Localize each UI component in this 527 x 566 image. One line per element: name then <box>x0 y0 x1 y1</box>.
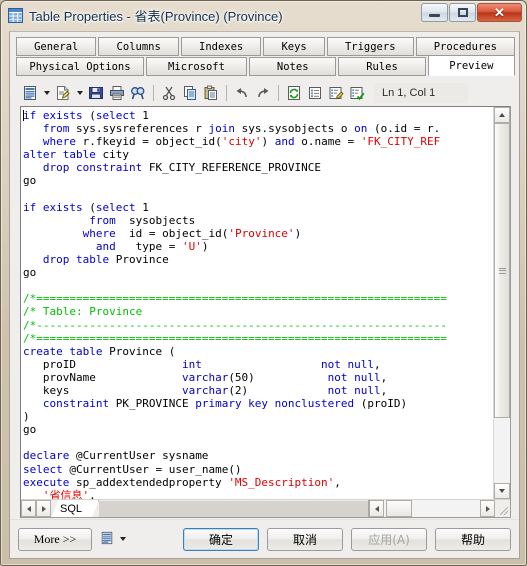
tab-physical-options[interactable]: Physical Options <box>16 57 144 76</box>
table-grid-icon <box>8 7 23 23</box>
tab-columns[interactable]: Columns <box>98 37 179 56</box>
title-bar: Table Properties - 省表(Province) (Provinc… <box>1 1 526 29</box>
tab-preview[interactable]: Preview <box>427 55 515 76</box>
minimize-button[interactable] <box>421 3 448 22</box>
undo-icon[interactable] <box>232 83 252 103</box>
scroll-grip-icon <box>498 266 506 275</box>
sql-source-text: if exists (select 1 from sys.sysreferenc… <box>23 109 447 499</box>
horizontal-scroll-thumb[interactable] <box>386 500 412 517</box>
hscroll-right-icon[interactable] <box>480 500 495 517</box>
close-button[interactable]: ✕ <box>477 3 522 22</box>
hscroll-left-icon[interactable] <box>369 500 384 517</box>
vertical-scrollbar[interactable] <box>493 107 510 499</box>
tab-row-2: Physical Options Microsoft Notes Rules P… <box>16 55 515 76</box>
horizontal-scroll-track[interactable] <box>384 500 480 517</box>
refresh-icon[interactable] <box>284 83 304 103</box>
more-button[interactable]: More >> <box>18 527 92 551</box>
vertical-scroll-thumb[interactable] <box>494 123 510 419</box>
restore-icon <box>457 8 468 17</box>
code-view[interactable]: if exists (select 1 from sys.sysreferenc… <box>21 107 493 499</box>
tab-notes[interactable]: Notes <box>249 57 337 76</box>
toolbar-separator <box>226 85 227 101</box>
open-dropdown-arrow[interactable] <box>74 83 85 103</box>
apply-button: 应用(A) <box>351 527 427 551</box>
cursor-position-status: Ln 1, Col 1 <box>374 83 468 103</box>
close-icon: ✕ <box>494 5 505 20</box>
tab-microsoft[interactable]: Microsoft <box>145 57 248 76</box>
paste-icon[interactable] <box>201 83 221 103</box>
cut-icon[interactable] <box>159 83 179 103</box>
report-dropdown[interactable] <box>100 529 128 549</box>
new-dropdown-arrow[interactable] <box>41 83 52 103</box>
preview-panel: Ln 1, Col 1 if exists (select 1 from sys… <box>16 80 513 520</box>
report-dropdown-arrow[interactable] <box>117 529 128 549</box>
sql-editor: if exists (select 1 from sys.sysreferenc… <box>20 106 511 518</box>
resize-grip-icon[interactable] <box>495 500 510 517</box>
sheet-tab-bar: SQL <box>21 499 510 517</box>
tab-strip: General Columns Indexes Keys Triggers Pr… <box>10 32 519 76</box>
editor-toolbar: Ln 1, Col 1 <box>16 80 513 106</box>
check-icon[interactable] <box>347 83 367 103</box>
table-properties-window: Table Properties - 省表(Province) (Provinc… <box>0 0 527 566</box>
find-icon[interactable] <box>128 83 148 103</box>
open-icon[interactable] <box>53 83 73 103</box>
vertical-scroll-track[interactable] <box>494 123 510 483</box>
tab-rules[interactable]: Rules <box>338 57 426 76</box>
dialog-button-bar: More >> 确定 取消 应用(A) 帮助 <box>10 519 519 558</box>
editor-body: if exists (select 1 from sys.sysreferenc… <box>21 107 510 499</box>
scroll-down-icon[interactable] <box>494 483 510 499</box>
sheet-tab-filler <box>99 500 368 517</box>
horizontal-scrollbar[interactable] <box>369 500 495 517</box>
redo-icon[interactable] <box>253 83 273 103</box>
tab-indexes[interactable]: Indexes <box>180 37 262 56</box>
minimize-icon <box>429 13 440 17</box>
tab-general[interactable]: General <box>16 37 97 56</box>
window-title: Table Properties - 省表(Province) (Provinc… <box>29 8 283 24</box>
dialog-client-area: General Columns Indexes Keys Triggers Pr… <box>9 31 520 559</box>
print-icon[interactable] <box>107 83 127 103</box>
tab-row-1: General Columns Indexes Keys Triggers Pr… <box>16 37 516 56</box>
ok-button[interactable]: 确定 <box>183 527 259 551</box>
cancel-button[interactable]: 取消 <box>267 527 343 551</box>
restore-button[interactable] <box>449 3 476 22</box>
tab-keys[interactable]: Keys <box>263 37 325 56</box>
report-icon <box>100 531 114 548</box>
toolbar-separator <box>278 85 279 101</box>
new-icon[interactable] <box>20 83 40 103</box>
window-controls: ✕ <box>421 3 522 22</box>
edit-icon[interactable] <box>326 83 346 103</box>
save-icon[interactable] <box>86 83 106 103</box>
scroll-up-icon[interactable] <box>494 107 510 123</box>
tab-procedures[interactable]: Procedures <box>415 37 516 56</box>
toolbar-separator <box>153 85 154 101</box>
properties-icon[interactable] <box>305 83 325 103</box>
help-button[interactable]: 帮助 <box>435 527 511 551</box>
sheet-prev-button[interactable] <box>21 500 36 517</box>
sheet-tab-sql[interactable]: SQL <box>52 500 99 517</box>
tab-triggers[interactable]: Triggers <box>326 37 414 56</box>
copy-icon[interactable] <box>180 83 200 103</box>
sheet-next-button[interactable] <box>36 500 51 517</box>
